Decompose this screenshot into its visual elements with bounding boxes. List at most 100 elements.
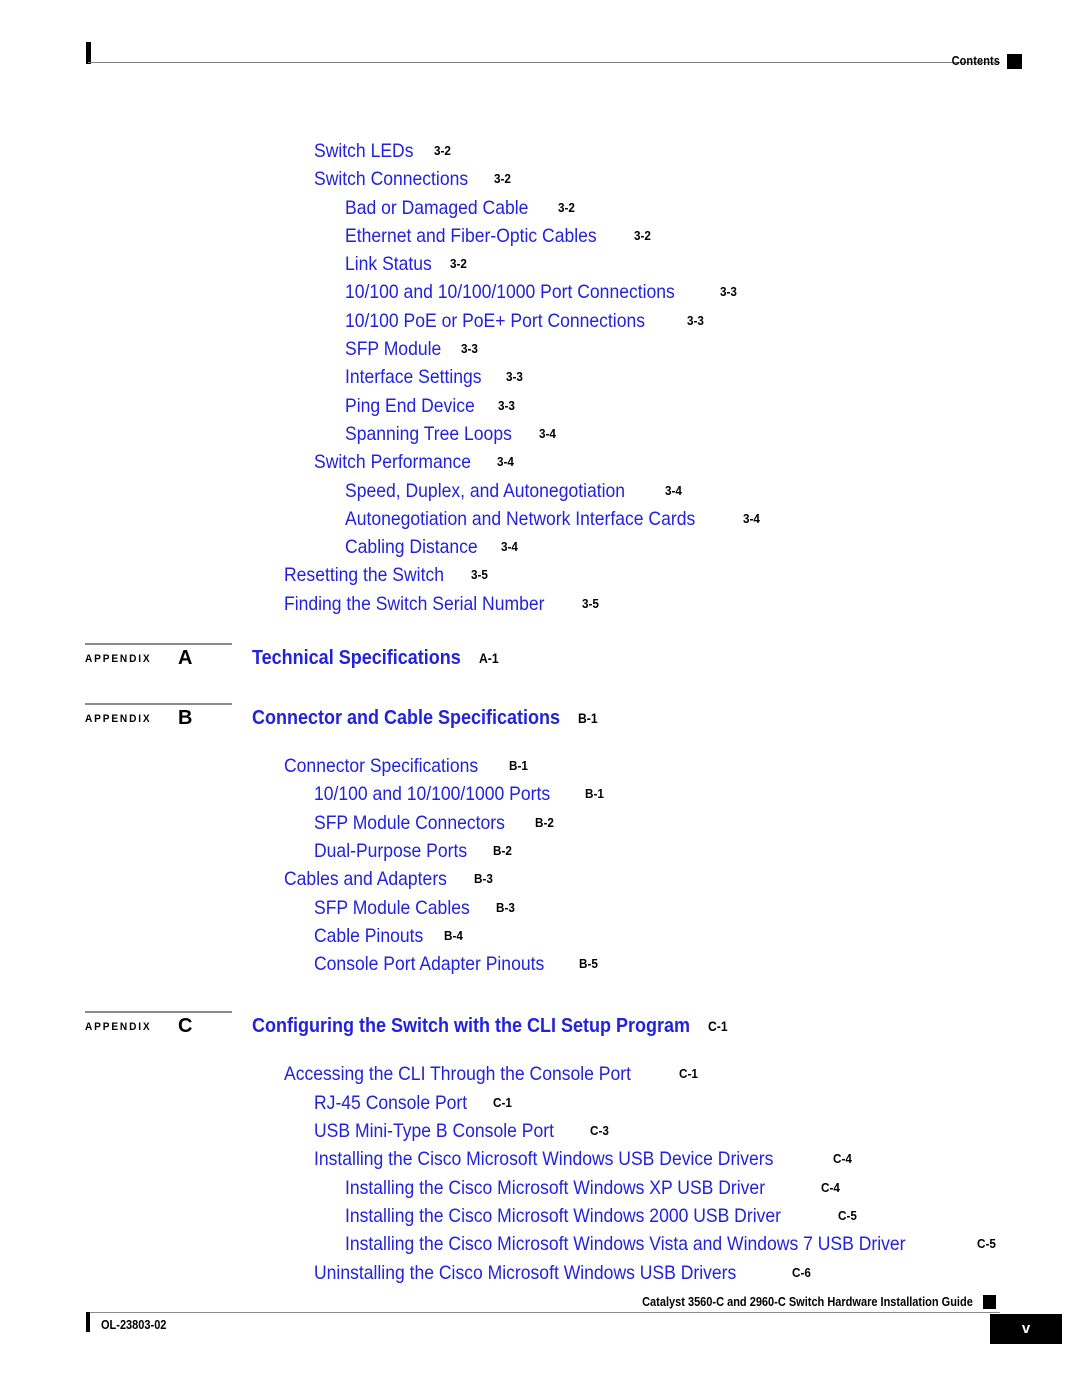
toc-entry-ping-end-device[interactable]: Ping End Device 3-3 <box>0 395 1080 423</box>
toc-entry-usb-mini-type-b-console-port[interactable]: USB Mini-Type B Console Port C-3 <box>0 1120 1080 1148</box>
toc-entry-switch-leds[interactable]: Switch LEDs 3-2 <box>0 140 1080 168</box>
toc-entry-title: RJ-45 Console Port <box>314 1091 468 1114</box>
toc-entry-page-number: 3-2 <box>433 143 451 158</box>
toc-entry-10-100-and-10-100-1000-ports[interactable]: 10/100 and 10/100/1000 Ports B-1 <box>0 783 1080 811</box>
toc-entry-switch-connections[interactable]: Switch Connections 3-2 <box>0 168 1080 196</box>
toc-entry-title: 10/100 and 10/100/1000 Ports <box>314 783 551 806</box>
toc-entry-speed-duplex-and-autonegotiation[interactable]: Speed, Duplex, and Autonegotiation 3-4 <box>0 480 1080 508</box>
toc-entry-page-number: 3-3 <box>505 369 523 385</box>
toc-entry-finding-the-switch-serial-number[interactable]: Finding the Switch Serial Number 3-5 <box>0 593 1080 621</box>
toc-entry-page-number: C-1 <box>678 1066 698 1082</box>
toc-entry-page-number: 3-3 <box>720 284 738 300</box>
toc-entry-title: Switch Connections <box>314 168 469 191</box>
toc-entry-sfp-module[interactable]: SFP Module 3-3 <box>0 338 1080 366</box>
footer-guide-title: Catalyst 3560-C and 2960-C Switch Hardwa… <box>642 1295 973 1309</box>
toc-entry-page-number: 3-4 <box>539 425 557 441</box>
appendix-page-number: C-1 <box>707 1019 728 1035</box>
toc-entry-installing-the-cisco-microsoft-windows-usb-device-drivers[interactable]: Installing the Cisco Microsoft Windows U… <box>0 1148 1080 1176</box>
appendix-c-entries: Accessing the CLI Through the Console Po… <box>0 1063 1080 1289</box>
appendix-b-entries: Connector Specifications B-1 10/100 and 10… <box>0 755 1080 981</box>
toc-entry-cabling-distance[interactable]: Cabling Distance 3-4 <box>0 536 1080 564</box>
toc-entry-page-number: C-5 <box>976 1236 996 1252</box>
toc-entry-title: Dual-Purpose Ports <box>314 839 468 862</box>
appendix-heading-a[interactable]: APPENDIX A Technical Specifications A-1 <box>0 635 1080 695</box>
toc-entry-switch-performance[interactable]: Switch Performance 3-4 <box>0 451 1080 479</box>
toc-entry-page-number: 3-2 <box>557 199 575 215</box>
toc-chapter-3-entries: Switch LEDs 3-2 Switch Connections 3-2 Bad o… <box>0 140 1080 621</box>
toc-entry-interface-settings[interactable]: Interface Settings 3-3 <box>0 366 1080 394</box>
toc-entry-connector-specifications[interactable]: Connector Specifications B-1 <box>0 755 1080 783</box>
appendix-label: APPENDIX <box>85 653 152 666</box>
toc-entry-rj-45-console-port[interactable]: RJ-45 Console Port C-1 <box>0 1092 1080 1120</box>
toc-entry-page-number: B-3 <box>474 871 493 887</box>
appendix-heading-c[interactable]: APPENDIX C Configuring the Switch with the… <box>0 1003 1080 1063</box>
toc-entry-link-status[interactable]: Link Status 3-2 <box>0 253 1080 281</box>
toc-entry-title: Installing the Cisco Microsoft Windows X… <box>345 1176 766 1199</box>
toc-entry-title: Finding the Switch Serial Number <box>284 592 545 615</box>
toc-entry-page-number: 3-4 <box>743 510 761 526</box>
header-rule <box>88 62 1000 63</box>
toc-entry-autonegotiation-and-network-interface-cards[interactable]: Autonegotiation and Network Interface Ca… <box>0 508 1080 536</box>
toc-entry-title: 10/100 and 10/100/1000 Port Connections <box>345 281 675 304</box>
toc-entry-cables-and-adapters[interactable]: Cables and Adapters B-3 <box>0 868 1080 896</box>
toc-entry-title: 10/100 PoE or PoE+ Port Connections <box>345 309 646 332</box>
appendix-letter: B <box>178 707 193 730</box>
toc-entry-page-number: 3-3 <box>687 312 705 328</box>
toc-entry-title: Interface Settings <box>345 366 482 389</box>
toc-entry-title: Console Port Adapter Pinouts <box>314 953 545 976</box>
toc-entry-title: Resetting the Switch <box>284 564 444 587</box>
toc-entry-title: Ping End Device <box>345 394 475 417</box>
toc-entry-page-number: C-3 <box>589 1123 609 1139</box>
toc-entry-sfp-module-connectors[interactable]: SFP Module Connectors B-2 <box>0 812 1080 840</box>
toc-entry-bad-or-damaged-cable[interactable]: Bad or Damaged Cable 3-2 <box>0 197 1080 225</box>
toc-entry-ethernet-and-fiber-optic-cables[interactable]: Ethernet and Fiber-Optic Cables 3-2 <box>0 225 1080 253</box>
toc-entry-page-number: 3-4 <box>501 539 519 555</box>
toc-entry-cable-pinouts[interactable]: Cable Pinouts B-4 <box>0 925 1080 953</box>
appendix-rule <box>85 1011 232 1013</box>
table-of-contents: Switch LEDs 3-2 Switch Connections 3-2 Bad o… <box>0 140 1080 1312</box>
running-header: Contents <box>0 0 1080 90</box>
toc-entry-installing-the-cisco-microsoft-windows-2000-usb-driver[interactable]: Installing the Cisco Microsoft Windows 2… <box>0 1205 1080 1233</box>
toc-entry-resetting-the-switch[interactable]: Resetting the Switch 3-5 <box>0 564 1080 592</box>
toc-entry-title: Cable Pinouts <box>314 924 424 947</box>
toc-entry-console-port-adapter-pinouts[interactable]: Console Port Adapter Pinouts B-5 <box>0 953 1080 981</box>
toc-entry-10-100-and-10-100-1000-port-connections[interactable]: 10/100 and 10/100/1000 Port Connections 3… <box>0 281 1080 309</box>
toc-entry-title: Switch LEDs <box>314 140 414 162</box>
toc-entry-title: Spanning Tree Loops <box>345 422 512 445</box>
toc-entry-title: Cables and Adapters <box>284 868 447 891</box>
toc-entry-10-100-poe-or-poe-port-connections[interactable]: 10/100 PoE or PoE+ Port Connections 3-3 <box>0 310 1080 338</box>
toc-entry-page-number: 3-3 <box>460 341 478 357</box>
appendix-heading-b[interactable]: APPENDIX B Connector and Cable Specificati… <box>0 695 1080 755</box>
toc-entry-title: SFP Module Connectors <box>314 811 505 834</box>
toc-entry-page-number: B-2 <box>493 842 513 858</box>
document-page: Contents Switch LEDs 3-2 Switch Connection… <box>0 0 1080 1397</box>
toc-entry-title: USB Mini-Type B Console Port <box>314 1120 554 1143</box>
toc-entry-page-number: B-4 <box>444 927 464 943</box>
footer-rule <box>88 1312 1000 1313</box>
toc-entry-accessing-the-cli-through-the-console-port[interactable]: Accessing the CLI Through the Console Po… <box>0 1063 1080 1091</box>
footer-document-id: OL-23803-02 <box>101 1318 167 1332</box>
toc-entry-uninstalling-the-cisco-microsoft-windows-usb-drivers[interactable]: Uninstalling the Cisco Microsoft Windows… <box>0 1262 1080 1290</box>
toc-entry-page-number: C-4 <box>833 1151 853 1167</box>
toc-entry-page-number: B-2 <box>535 814 554 830</box>
toc-entry-title: Installing the Cisco Microsoft Windows 2… <box>345 1204 781 1227</box>
header-square-marker-icon <box>1007 54 1022 69</box>
appendix-title: Technical Specifications <box>252 647 461 670</box>
toc-entry-sfp-module-cables[interactable]: SFP Module Cables B-3 <box>0 897 1080 925</box>
toc-entry-title: Bad or Damaged Cable <box>345 196 529 219</box>
appendix-title: Configuring the Switch with the CLI Setu… <box>252 1015 691 1038</box>
toc-entry-page-number: 3-3 <box>498 397 516 413</box>
header-title: Contents <box>951 54 1000 68</box>
toc-entry-installing-the-cisco-microsoft-windows-vista-and-windows-7-u[interactable]: Installing the Cisco Microsoft Windows V… <box>0 1233 1080 1261</box>
toc-entry-page-number: 3-2 <box>633 227 651 243</box>
appendix-letter: A <box>178 647 193 670</box>
toc-entry-page-number: C-5 <box>838 1207 858 1223</box>
toc-entry-title: Link Status <box>345 253 432 276</box>
toc-entry-spanning-tree-loops[interactable]: Spanning Tree Loops 3-4 <box>0 423 1080 451</box>
toc-entry-title: Switch Performance <box>314 451 472 474</box>
toc-entry-page-number: C-6 <box>792 1264 812 1280</box>
toc-entry-dual-purpose-ports[interactable]: Dual-Purpose Ports B-2 <box>0 840 1080 868</box>
toc-entry-installing-the-cisco-microsoft-windows-xp-usb-driver[interactable]: Installing the Cisco Microsoft Windows X… <box>0 1177 1080 1205</box>
appendix-rule <box>85 643 232 645</box>
